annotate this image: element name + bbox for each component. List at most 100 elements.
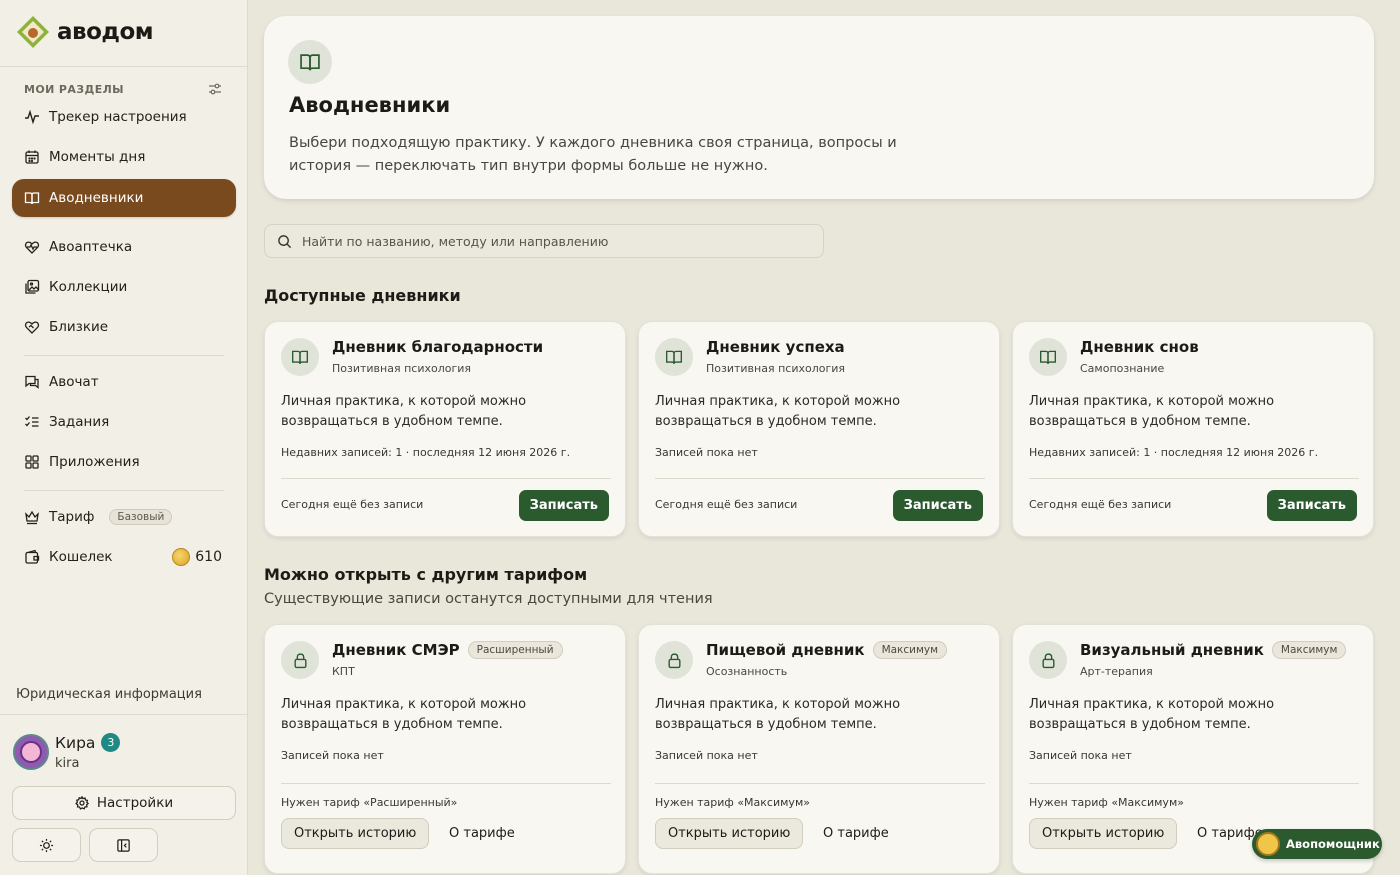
page-title: Аводневники	[289, 93, 451, 117]
card-tariff-required: Нужен тариф «Максимум»	[655, 796, 810, 809]
card-category: Позитивная психология	[332, 362, 472, 375]
card-tariff-required: Нужен тариф «Максимум»	[1029, 796, 1184, 809]
search-input[interactable]	[302, 233, 802, 249]
divider	[281, 478, 611, 479]
sidebar-item-diaries[interactable]: Аводневники	[12, 179, 236, 217]
assistant-button[interactable]: Авопомощник	[1252, 829, 1382, 859]
divider	[24, 355, 224, 356]
avocado-logo-icon	[17, 16, 49, 48]
diary-card[interactable]: Дневник благодарности Позитивная психоло…	[264, 321, 626, 537]
about-tariff-link[interactable]: О тарифе	[823, 818, 889, 849]
hero-icon-wrap	[288, 40, 332, 84]
wallet-icon	[25, 549, 40, 564]
card-description: Личная практика, к которой можно возвращ…	[281, 697, 527, 732]
card-stats: Записей пока нет	[281, 749, 384, 762]
sidebar-item-label: Моменты дня	[49, 149, 146, 165]
card-title: Дневник снов	[1080, 338, 1199, 356]
wallet-balance-value: 610	[195, 549, 222, 565]
divider	[655, 783, 985, 784]
card-stats: Недавних записей: 1 · последняя 12 июня …	[1029, 446, 1319, 459]
settings-label: Настройки	[96, 795, 174, 811]
search-icon	[278, 234, 292, 248]
sidebar-item-chat[interactable]: Авочат	[12, 363, 236, 401]
avatar[interactable]	[13, 734, 49, 770]
sidebar-item-label: Приложения	[49, 454, 140, 470]
divider	[1029, 478, 1359, 479]
sidebar-item-first-aid[interactable]: Авоаптечка	[12, 228, 236, 266]
card-title-row: Пищевой дневник Максимум	[706, 641, 948, 659]
divider	[0, 66, 248, 67]
card-icon-wrap	[281, 338, 319, 376]
apps-icon	[25, 455, 39, 469]
lock-icon	[1041, 652, 1055, 668]
theme-toggle-button[interactable]	[12, 828, 81, 862]
card-today-status: Сегодня ещё без записи	[281, 498, 424, 511]
about-tariff-link[interactable]: О тарифе	[449, 818, 515, 849]
collapse-sidebar-button[interactable]	[89, 828, 158, 862]
sidebar-item-label: Авочат	[49, 374, 99, 390]
settings-button[interactable]: Настройки	[12, 786, 236, 820]
sidebar-item-label: Кошелек	[49, 549, 113, 565]
sidebar-item-label: Тариф	[49, 509, 95, 525]
legal-link[interactable]: Юридическая информация	[16, 687, 202, 702]
card-title-row: Дневник успеха	[706, 338, 845, 356]
sidebar: аводом МОИ РАЗДЕЛЫ Трекер настроения Мом…	[0, 0, 248, 875]
sliders-icon[interactable]	[208, 82, 222, 96]
section-label: МОИ РАЗДЕЛЫ	[24, 82, 124, 96]
tier-badge: Расширенный	[467, 641, 563, 659]
sidebar-item-tariff[interactable]: Тариф Базовый	[12, 498, 236, 536]
diary-card[interactable]: Дневник снов Самопознание Личная практик…	[1012, 321, 1374, 537]
sidebar-item-tasks[interactable]: Задания	[12, 403, 236, 441]
calendar-icon	[25, 150, 39, 164]
card-tariff-required: Нужен тариф «Расширенный»	[281, 796, 458, 809]
sidebar-item-mood-tracker[interactable]: Трекер настроения	[12, 98, 236, 136]
tariff-badge: Базовый	[109, 509, 173, 525]
card-description: Личная практика, к которой можно возвращ…	[281, 394, 527, 429]
sun-icon	[39, 838, 54, 852]
card-title: Визуальный дневник	[1080, 641, 1264, 659]
sidebar-item-apps[interactable]: Приложения	[12, 443, 236, 481]
sidebar-item-collections[interactable]: Коллекции	[12, 268, 236, 306]
book-icon	[1040, 350, 1056, 364]
tier-badge: Максимум	[1271, 641, 1347, 659]
card-icon-wrap	[655, 641, 693, 679]
write-button[interactable]: Записать	[1266, 490, 1357, 521]
gear-icon	[75, 796, 89, 810]
crown-icon	[25, 510, 39, 525]
sidebar-collapse-icon	[117, 838, 130, 852]
tasks-icon	[25, 416, 39, 427]
level-badge: 3	[101, 733, 121, 752]
avatar-image	[20, 741, 42, 763]
sidebar-item-moments[interactable]: Моменты дня	[12, 138, 236, 176]
open-history-button[interactable]: Открыть историю	[1029, 818, 1178, 849]
card-today-status: Сегодня ещё без записи	[655, 498, 798, 511]
card-stats: Записей пока нет	[655, 446, 758, 459]
card-title: Пищевой дневник	[706, 641, 865, 659]
coin-icon	[172, 548, 191, 566]
open-history-button[interactable]: Открыть историю	[655, 818, 804, 849]
sidebar-item-wallet[interactable]: Кошелек 610	[12, 538, 236, 576]
sidebar-item-label: Коллекции	[49, 279, 128, 295]
sidebar-item-label: Задания	[49, 414, 110, 430]
divider	[24, 490, 224, 491]
tier-badge: Максимум	[872, 641, 948, 659]
diary-card[interactable]: Дневник успеха Позитивная психология Лич…	[638, 321, 1000, 537]
page-description: Выбери подходящую практику. У каждого дн…	[289, 135, 897, 174]
locked-heading: Можно открыть с другим тарифом	[264, 565, 588, 584]
write-button[interactable]: Записать	[518, 490, 609, 521]
open-history-button[interactable]: Открыть историю	[281, 818, 430, 849]
handshake-heart-icon	[24, 321, 40, 334]
card-icon-wrap	[1029, 338, 1067, 376]
card-category: Самопознание	[1080, 362, 1165, 375]
card-category: КПТ	[332, 665, 355, 678]
card-stats: Записей пока нет	[1029, 749, 1132, 762]
sidebar-item-close-ones[interactable]: Близкие	[12, 308, 236, 346]
write-button[interactable]: Записать	[892, 490, 983, 521]
logo[interactable]: аводом	[15, 14, 154, 50]
divider	[0, 714, 248, 715]
book-icon	[300, 54, 320, 71]
book-icon	[666, 350, 682, 364]
card-stats: Недавних записей: 1 · последняя 12 июня …	[281, 446, 571, 459]
card-category: Осознанность	[706, 665, 788, 678]
card-title: Дневник благодарности	[332, 338, 544, 356]
